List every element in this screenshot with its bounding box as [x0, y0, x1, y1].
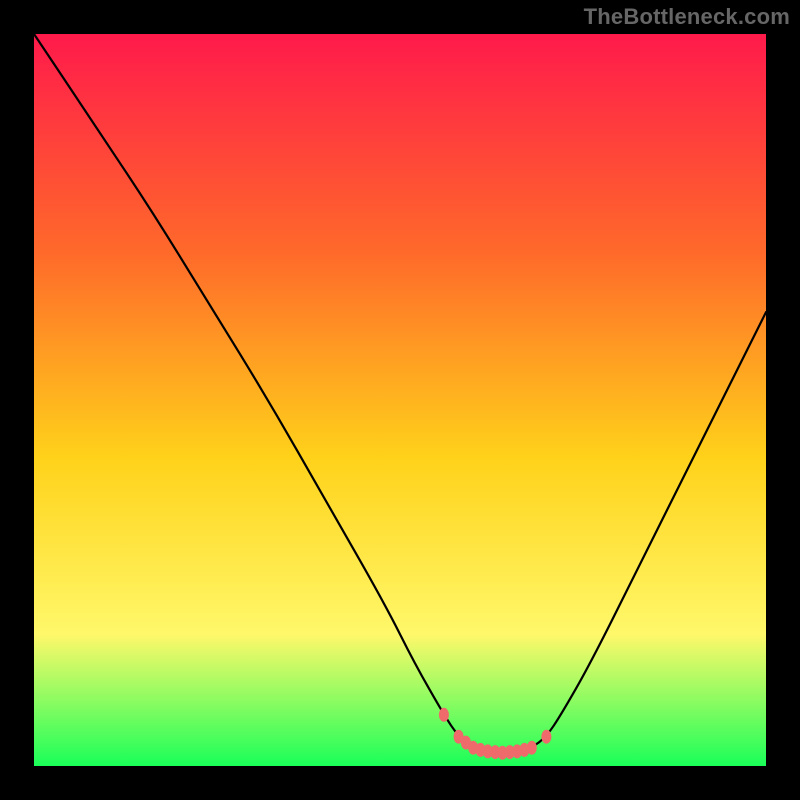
marker-dot [541, 730, 551, 744]
chart-frame: TheBottleneck.com [0, 0, 800, 800]
watermark-text: TheBottleneck.com [584, 4, 790, 30]
plot-area [34, 34, 766, 766]
plot-svg [34, 34, 766, 766]
marker-dot [439, 708, 449, 722]
gradient-background [34, 34, 766, 766]
marker-dot [527, 741, 537, 755]
